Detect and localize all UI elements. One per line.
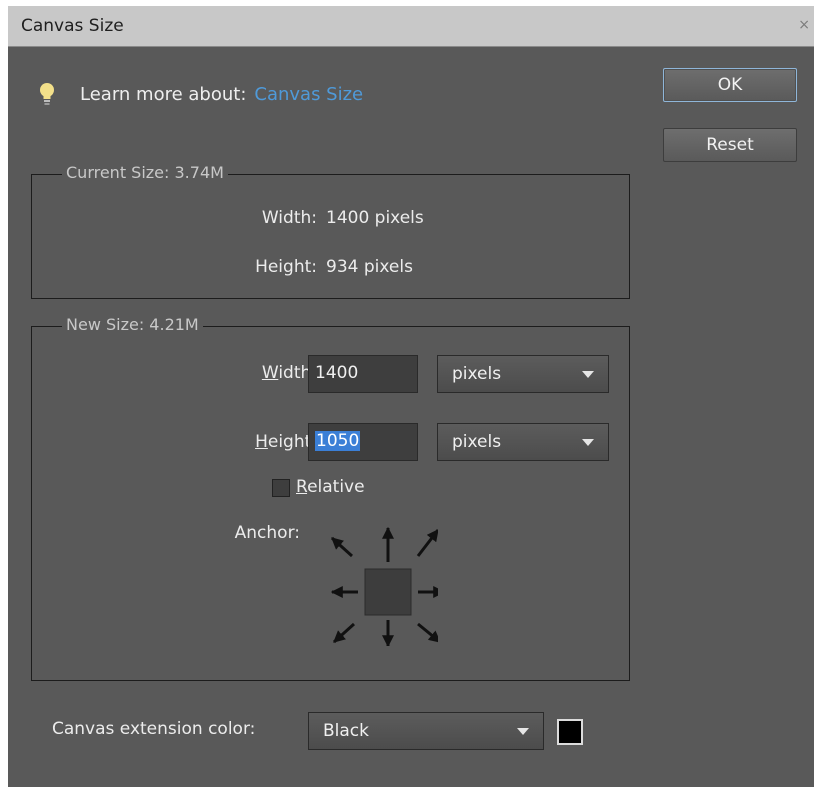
current-size-group: Current Size: 3.74M Width: 1400 pixels H… (31, 163, 630, 299)
anchor-grid[interactable] (318, 516, 438, 646)
chevron-down-icon (582, 371, 594, 378)
new-height-value: 1050 (315, 431, 361, 451)
current-height-label: Height: (255, 257, 317, 277)
learn-more-link[interactable]: Canvas Size (254, 84, 363, 105)
extension-color-value: Black (323, 721, 369, 741)
chevron-down-icon (582, 439, 594, 446)
new-width-label: Width: (182, 363, 317, 383)
new-width-value: 1400 (315, 363, 359, 383)
title-bar[interactable]: Canvas Size × (8, 6, 814, 47)
close-icon[interactable]: × (798, 17, 810, 33)
width-unit-value: pixels (452, 364, 502, 384)
new-width-input[interactable]: 1400 (308, 355, 418, 393)
relative-checkbox[interactable] (272, 479, 290, 497)
height-unit-select[interactable]: pixels (437, 423, 609, 461)
reset-button[interactable]: Reset (663, 128, 797, 162)
new-height-label: Height: (182, 432, 317, 452)
arrow-sw-icon (332, 622, 356, 644)
height-mnemonic: H (255, 432, 268, 452)
current-width-value: 1400 pixels (326, 208, 424, 228)
arrow-se-icon (417, 622, 438, 643)
learn-more-label: Learn more about: (80, 83, 247, 105)
canvas-size-dialog: Canvas Size × Learn more about: Canvas S… (8, 6, 814, 787)
ok-button[interactable]: OK (663, 68, 797, 102)
width-unit-select[interactable]: pixels (437, 355, 609, 393)
arrow-nw-icon (330, 536, 354, 558)
arrow-ne-icon (416, 529, 438, 557)
relative-label[interactable]: Relative (296, 477, 365, 497)
new-height-input[interactable]: 1050 (308, 423, 418, 461)
window-title: Canvas Size (21, 16, 124, 36)
anchor-center (364, 568, 412, 616)
learn-more-row: Learn more about: Canvas Size (38, 82, 363, 106)
extension-color-select[interactable]: Black (308, 712, 544, 750)
lightbulb-icon (40, 83, 54, 105)
relative-label-rest: elative (307, 477, 365, 497)
relative-mnemonic: R (296, 477, 308, 497)
current-height-value: 934 pixels (326, 257, 413, 277)
extension-color-swatch[interactable] (557, 719, 583, 745)
anchor-label: Anchor: (234, 523, 300, 543)
height-unit-value: pixels (452, 432, 502, 452)
extension-color-label: Canvas extension color: (52, 719, 256, 739)
chevron-down-icon (517, 728, 529, 735)
width-mnemonic: W (261, 363, 279, 383)
current-size-legend: Current Size: 3.74M (62, 163, 228, 182)
new-size-legend: New Size: 4.21M (62, 315, 203, 334)
current-width-label: Width: (261, 208, 317, 228)
